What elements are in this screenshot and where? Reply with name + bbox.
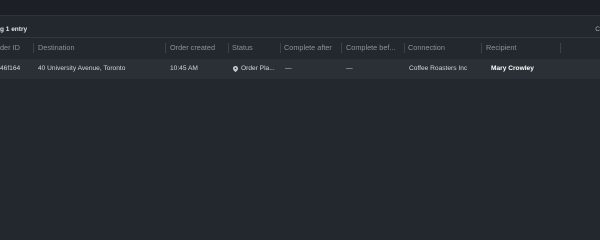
column-header-recipient[interactable]: Recipient (486, 40, 556, 56)
cell-destination: 40 University Avenue, Toronto (38, 65, 126, 72)
location-pin-icon (233, 66, 238, 72)
column-resize-handle[interactable] (228, 43, 229, 53)
table-row[interactable]: 46f164 40 University Avenue, Toronto 10:… (0, 59, 600, 79)
cell-status: Order Pla... (241, 65, 275, 72)
top-toolbar (0, 0, 600, 16)
columns-control[interactable]: C (595, 26, 600, 33)
column-header-complete-after[interactable]: Complete after (284, 40, 338, 56)
cell-recipient: Mary Crowley (491, 65, 534, 72)
column-resize-handle[interactable] (33, 43, 34, 53)
column-resize-handle[interactable] (560, 43, 561, 53)
cell-order-created: 10:45 AM (170, 65, 198, 72)
column-resize-handle[interactable] (404, 43, 405, 53)
column-header-destination[interactable]: Destination (38, 40, 162, 56)
entry-count-label: g 1 entry (0, 26, 28, 33)
column-header-complete-before[interactable]: Complete bef... (346, 40, 401, 56)
column-resize-handle[interactable] (341, 43, 342, 53)
column-resize-handle[interactable] (165, 43, 166, 53)
divider (0, 37, 600, 38)
table-header: der ID Destination Order created Status … (0, 40, 600, 56)
cell-connection: Coffee Roasters Inc (409, 65, 468, 72)
orders-page: g 1 entry C der ID Destination Order cre… (0, 0, 600, 209)
column-header-order-created[interactable]: Order created (170, 40, 226, 56)
cell-complete-after: — (285, 65, 292, 72)
column-header-order-id[interactable]: der ID (0, 40, 30, 56)
column-resize-handle[interactable] (481, 43, 482, 53)
column-header-connection[interactable]: Connection (408, 40, 478, 56)
cell-complete-before: — (346, 65, 353, 72)
column-header-status[interactable]: Status (232, 40, 278, 56)
column-resize-handle[interactable] (280, 43, 281, 53)
cell-order-id: 46f164 (0, 65, 21, 72)
